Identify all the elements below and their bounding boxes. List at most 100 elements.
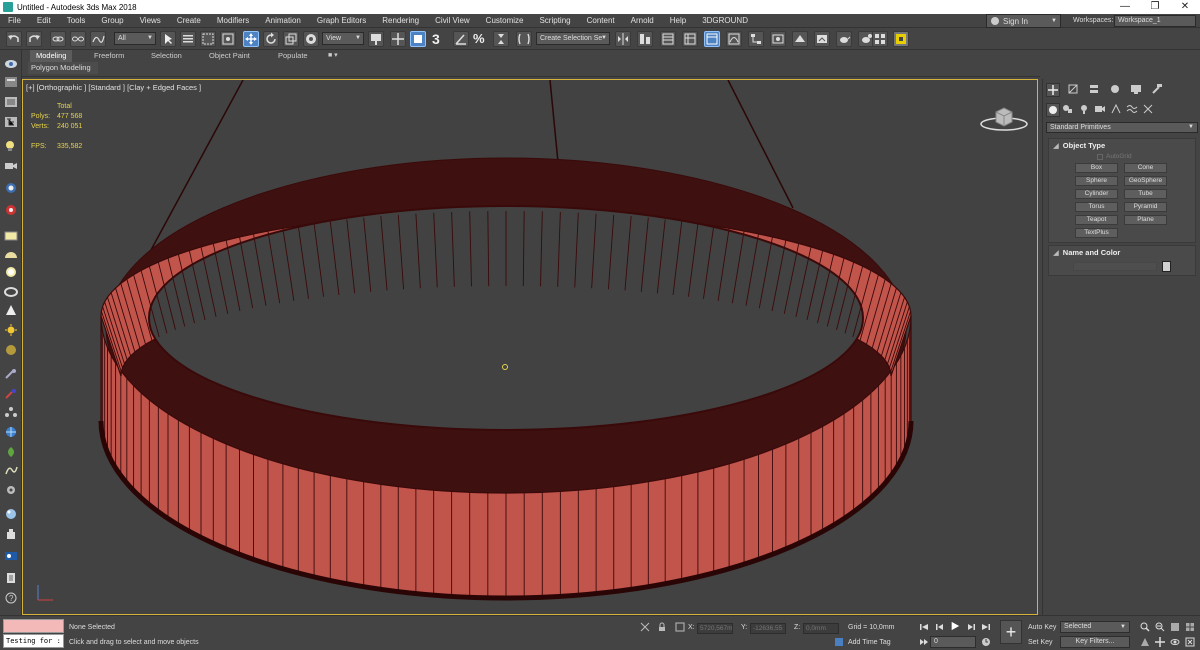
autogrid-checkbox[interactable]: AutoGrid xyxy=(1049,152,1195,161)
network-button[interactable] xyxy=(4,406,18,418)
render-button[interactable] xyxy=(4,550,18,562)
maximize-button[interactable]: ❐ xyxy=(1140,0,1170,14)
tube-button[interactable]: Tube xyxy=(1124,189,1167,199)
viewport-canvas[interactable] xyxy=(23,80,1038,615)
menu-scripting[interactable]: Scripting xyxy=(531,16,578,25)
undo-button[interactable] xyxy=(6,31,22,47)
rendered-frame-window-button[interactable] xyxy=(814,31,830,47)
ribbon-tab-populate[interactable]: Populate xyxy=(272,50,314,62)
align-button[interactable] xyxy=(637,31,653,47)
menu-tools[interactable]: Tools xyxy=(59,16,94,25)
add-time-tag-button[interactable]: Add Time Tag xyxy=(848,639,891,646)
menu-graph-editors[interactable]: Graph Editors xyxy=(309,16,374,25)
tab-motion[interactable] xyxy=(1109,83,1123,97)
menu-help[interactable]: Help xyxy=(662,16,694,25)
render-production-button[interactable] xyxy=(836,31,852,47)
menu-group[interactable]: Group xyxy=(93,16,131,25)
set-key-button[interactable]: Set Key xyxy=(1028,639,1053,646)
angle-snap-button[interactable] xyxy=(453,31,469,47)
x-coord-field[interactable]: 5720,567m xyxy=(697,623,733,634)
current-frame-spinner[interactable]: 0 xyxy=(930,636,976,648)
key-filters-button[interactable]: Key Filters... xyxy=(1060,636,1130,648)
name-and-color-header[interactable]: ◢ Name and Color xyxy=(1049,246,1195,259)
tab-hierarchy[interactable] xyxy=(1088,83,1102,97)
scene-explorer-button[interactable] xyxy=(660,31,676,47)
scene-explorer-toggle[interactable] xyxy=(4,58,18,70)
menu-views[interactable]: Views xyxy=(132,16,169,25)
menu-animation[interactable]: Animation xyxy=(257,16,309,25)
ribbon-tab-selection[interactable]: Selection xyxy=(145,50,188,62)
workspace-select[interactable]: Workspace_1 xyxy=(1114,15,1196,27)
rectangular-selection-button[interactable] xyxy=(200,31,216,47)
geometry-box-button[interactable] xyxy=(4,230,18,242)
category-geometry[interactable] xyxy=(1046,103,1060,117)
cylinder-button[interactable]: Cylinder xyxy=(1075,189,1118,199)
key-mode-icon[interactable] xyxy=(919,637,929,647)
go-to-start-icon[interactable] xyxy=(919,622,929,632)
maxscript-listener-input[interactable] xyxy=(3,619,64,633)
select-by-name-button[interactable] xyxy=(180,31,196,47)
bind-space-warp-button[interactable] xyxy=(90,31,106,47)
camera-display-button[interactable] xyxy=(4,160,18,172)
snaps-toggle-button[interactable]: 3 xyxy=(432,31,448,47)
hierarchy-button[interactable] xyxy=(4,116,18,128)
shapes-display-button[interactable] xyxy=(4,182,18,194)
pan-icon[interactable] xyxy=(1155,637,1165,647)
select-object-button[interactable] xyxy=(160,31,176,47)
menu-content[interactable]: Content xyxy=(579,16,623,25)
next-frame-icon[interactable] xyxy=(966,622,976,632)
toggle-ribbon-button[interactable] xyxy=(704,31,720,47)
category-systems[interactable] xyxy=(1142,103,1156,117)
curve-editor-button[interactable] xyxy=(726,31,742,47)
absolute-mode-icon[interactable] xyxy=(675,622,685,632)
zoom-extents-icon[interactable] xyxy=(1170,622,1180,632)
manipulate-button[interactable] xyxy=(390,31,406,47)
tab-utilities[interactable] xyxy=(1151,83,1165,97)
ribbon-tab-object-paint[interactable]: Object Paint xyxy=(203,50,256,62)
window-crossing-button[interactable] xyxy=(220,31,236,47)
geometry-sphere-button[interactable] xyxy=(4,266,18,278)
sign-in-button[interactable]: Sign In ▼ xyxy=(986,14,1061,28)
geometry-cone-button[interactable] xyxy=(4,304,18,316)
menu-rendering[interactable]: Rendering xyxy=(374,16,427,25)
schematic-view-button[interactable] xyxy=(748,31,764,47)
select-and-place-button[interactable] xyxy=(303,31,319,47)
category-lights[interactable] xyxy=(1078,103,1092,117)
percent-snap-button[interactable]: % xyxy=(473,31,489,47)
object-name-field[interactable] xyxy=(1073,262,1157,271)
primitive-category-select[interactable]: Standard Primitives ▼ xyxy=(1046,122,1198,133)
box-button[interactable]: Box xyxy=(1075,163,1118,173)
orbit-icon[interactable] xyxy=(1170,637,1180,647)
viewcube-icon[interactable] xyxy=(978,102,1030,132)
maximize-viewport-icon[interactable] xyxy=(1185,637,1195,647)
teapot-button[interactable]: Teapot xyxy=(1075,215,1118,225)
menu-modifiers[interactable]: Modifiers xyxy=(209,16,257,25)
time-tag-icon[interactable] xyxy=(834,637,844,647)
link-button[interactable] xyxy=(50,31,66,47)
spinner-snap-button[interactable] xyxy=(493,31,509,47)
perspective-viewport[interactable]: [+] [Orthographic ] [Standard ] [Clay + … xyxy=(22,79,1038,615)
ribbon-tab-freeform[interactable]: Freeform xyxy=(88,50,130,62)
help-button[interactable]: ? xyxy=(4,592,18,604)
display-filter-button[interactable] xyxy=(4,76,18,88)
select-and-move-button[interactable] xyxy=(243,31,259,47)
paint-button[interactable] xyxy=(4,388,18,400)
object-color-swatch[interactable] xyxy=(1162,261,1171,272)
tab-modify[interactable] xyxy=(1067,83,1081,97)
bottle-button[interactable] xyxy=(4,528,18,540)
info-button[interactable] xyxy=(4,572,18,584)
z-coord-field[interactable]: 0,0mm xyxy=(803,623,839,634)
material-ball-button[interactable] xyxy=(4,344,18,356)
3dground-button[interactable] xyxy=(893,31,909,47)
render-setup-button[interactable] xyxy=(792,31,808,47)
ribbon-options-button[interactable]: ■ ▾ xyxy=(322,50,344,62)
set-keys-button[interactable]: + xyxy=(1000,620,1022,644)
torus-button[interactable]: Torus xyxy=(1075,202,1118,212)
material-editor-button[interactable] xyxy=(770,31,786,47)
selection-filter-select[interactable]: All ▼ xyxy=(114,32,156,45)
menu-customize[interactable]: Customize xyxy=(478,16,532,25)
category-helpers[interactable] xyxy=(1110,103,1124,117)
select-and-rotate-button[interactable] xyxy=(263,31,279,47)
foliage-button[interactable] xyxy=(4,446,18,458)
sort-button[interactable] xyxy=(4,96,18,108)
